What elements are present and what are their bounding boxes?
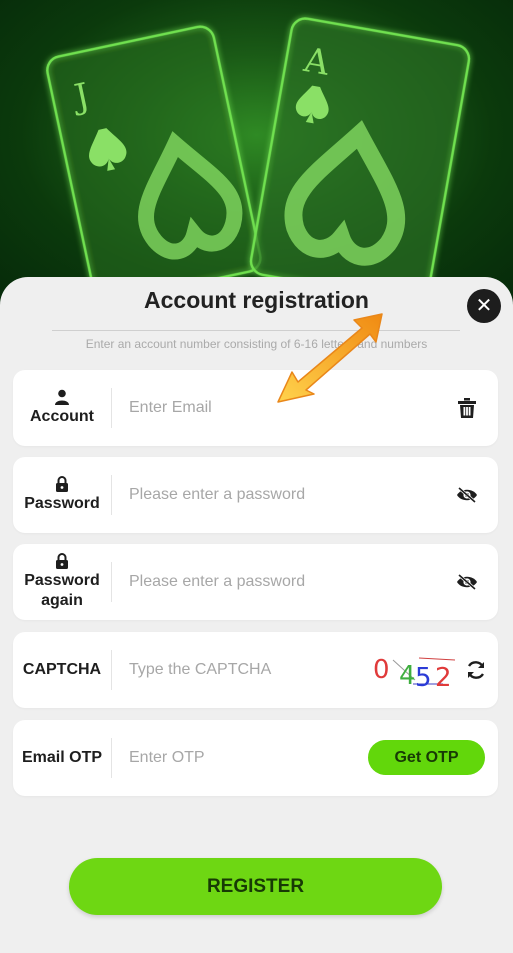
captcha-digit: 0 xyxy=(373,655,390,685)
field-separator xyxy=(111,650,112,690)
password-row: Password xyxy=(13,457,498,533)
playing-cards-graphic: J A xyxy=(46,17,471,300)
password-again-row: Password again xyxy=(13,544,498,620)
field-separator xyxy=(111,738,112,778)
password-label: Password xyxy=(24,495,100,512)
field-separator xyxy=(111,388,112,428)
captcha-digit: 2 xyxy=(435,663,452,692)
refresh-captcha-button[interactable] xyxy=(463,658,489,682)
captcha-image[interactable]: 0 4 5 2 xyxy=(373,646,469,692)
eye-slash-icon xyxy=(457,487,477,503)
close-button[interactable]: ✕ xyxy=(467,289,501,323)
email-otp-label: Email OTP xyxy=(21,749,103,766)
toggle-password-again-visibility[interactable] xyxy=(454,570,480,594)
email-otp-row: Email OTP Get OTP xyxy=(13,720,498,796)
captcha-digit: 5 xyxy=(415,663,432,692)
account-row: Account xyxy=(13,370,498,446)
user-icon xyxy=(55,389,69,405)
toggle-password-visibility[interactable] xyxy=(454,483,480,507)
title-divider xyxy=(52,330,460,331)
password-again-input[interactable] xyxy=(129,544,429,620)
modal-title: Account registration xyxy=(144,287,369,313)
register-button[interactable]: REGISTER xyxy=(69,858,442,915)
clear-button[interactable] xyxy=(454,396,480,420)
lock-icon xyxy=(56,476,68,492)
trash-icon xyxy=(458,398,476,418)
arrow-pointer-icon xyxy=(277,313,383,403)
get-otp-button[interactable]: Get OTP xyxy=(368,740,485,775)
lock-icon xyxy=(56,553,68,569)
password-again-label-line1: Password xyxy=(24,572,100,589)
captcha-label: CAPTCHA xyxy=(22,661,102,678)
refresh-icon xyxy=(467,661,485,679)
password-again-label-line2: again xyxy=(41,592,83,609)
otp-input[interactable] xyxy=(129,720,349,796)
account-hint: Enter an account number consisting of 6-… xyxy=(85,337,428,351)
captcha-row: CAPTCHA 0 4 5 2 xyxy=(13,632,498,708)
field-separator xyxy=(111,562,112,602)
captcha-input[interactable] xyxy=(129,632,359,708)
field-separator xyxy=(111,475,112,515)
eye-slash-icon xyxy=(457,574,477,590)
close-icon: ✕ xyxy=(475,295,493,317)
password-input[interactable] xyxy=(129,457,429,533)
account-label: Account xyxy=(30,408,94,425)
captcha-digit: 4 xyxy=(399,661,416,691)
hero-banner: J A xyxy=(0,0,513,300)
